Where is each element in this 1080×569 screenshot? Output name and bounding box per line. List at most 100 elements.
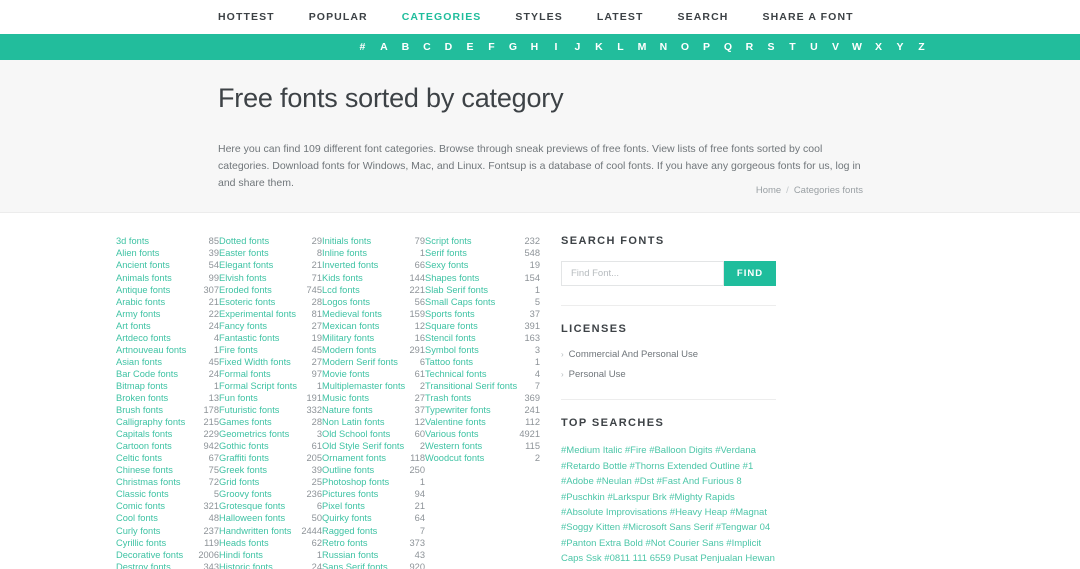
alphabet-link-1[interactable]: A (374, 41, 396, 53)
category-link[interactable]: Formal fonts (219, 368, 275, 380)
category-link[interactable]: Groovy fonts (219, 488, 276, 500)
alphabet-link-24[interactable]: X (868, 41, 890, 53)
alphabet-link-22[interactable]: V (825, 41, 847, 53)
category-link[interactable]: Graffiti fonts (219, 452, 273, 464)
top-search-tag[interactable]: #Fast And Furious 8 (657, 476, 742, 487)
top-search-tag[interactable]: #Soggy Kitten (561, 522, 620, 533)
category-link[interactable]: Easter fonts (219, 247, 273, 259)
category-link[interactable]: Initials fonts (322, 235, 375, 247)
alphabet-link-12[interactable]: L (610, 41, 632, 53)
category-link[interactable]: Formal Script fonts (219, 380, 301, 392)
category-link[interactable]: Fantastic fonts (219, 332, 283, 344)
category-link[interactable]: Art fonts (116, 320, 155, 332)
category-link[interactable]: Square fonts (425, 320, 482, 332)
category-link[interactable]: Serif fonts (425, 247, 471, 259)
top-search-tag[interactable]: #Microsoft Sans Serif (623, 522, 713, 533)
category-link[interactable]: Inline fonts (322, 247, 371, 259)
topnav-item-1[interactable]: POPULAR (309, 11, 368, 23)
category-link[interactable]: Geometrics fonts (219, 428, 293, 440)
category-link[interactable]: Brush fonts (116, 404, 167, 416)
alphabet-link-3[interactable]: C (417, 41, 439, 53)
top-search-tag[interactable]: #Balloon Digits (649, 445, 712, 456)
category-link[interactable]: Cool fonts (116, 512, 162, 524)
top-search-tag[interactable]: #Heavy Heap (670, 507, 728, 518)
category-link[interactable]: Retro fonts (322, 537, 371, 549)
category-link[interactable]: Bitmap fonts (116, 380, 172, 392)
category-link[interactable]: Shapes fonts (425, 272, 483, 284)
topnav-item-3[interactable]: STYLES (515, 11, 562, 23)
category-link[interactable]: Ragged fonts (322, 525, 381, 537)
category-link[interactable]: Army fonts (116, 308, 164, 320)
category-link[interactable]: Classic fonts (116, 488, 173, 500)
category-link[interactable]: Ornament fonts (322, 452, 390, 464)
category-link[interactable]: Antique fonts (116, 284, 174, 296)
category-link[interactable]: Symbol fonts (425, 344, 483, 356)
category-link[interactable]: Lcd fonts (322, 284, 364, 296)
category-link[interactable]: 3d fonts (116, 235, 153, 247)
category-link[interactable]: Esoteric fonts (219, 296, 279, 308)
category-link[interactable]: Bar Code fonts (116, 368, 182, 380)
alphabet-link-17[interactable]: Q (718, 41, 740, 53)
category-link[interactable]: Various fonts (425, 428, 483, 440)
category-link[interactable]: Stencil fonts (425, 332, 480, 344)
category-link[interactable]: Cyrillic fonts (116, 537, 170, 549)
top-search-tag[interactable]: #1 (743, 461, 754, 472)
category-link[interactable]: Kids fonts (322, 272, 367, 284)
category-link[interactable]: Elvish fonts (219, 272, 271, 284)
category-link[interactable]: Christmas fonts (116, 476, 185, 488)
category-link[interactable]: Photoshop fonts (322, 476, 393, 488)
top-search-tag[interactable]: #Tengwar 04 (716, 522, 770, 533)
alphabet-link-7[interactable]: G (503, 41, 525, 53)
category-link[interactable]: Pixel fonts (322, 500, 369, 512)
category-link[interactable]: Modern fonts (322, 344, 380, 356)
category-link[interactable]: Capitals fonts (116, 428, 176, 440)
top-search-tag[interactable]: #Neulan (596, 476, 631, 487)
top-search-tag[interactable]: #Puschkin (561, 492, 605, 503)
alphabet-link-2[interactable]: B (395, 41, 417, 53)
category-link[interactable]: Music fonts (322, 392, 373, 404)
category-link[interactable]: Ancient fonts (116, 259, 174, 271)
category-link[interactable]: Small Caps fonts (425, 296, 499, 308)
category-link[interactable]: Inverted fonts (322, 259, 382, 271)
category-link[interactable]: Comic fonts (116, 500, 169, 512)
topnav-item-0[interactable]: HOTTEST (218, 11, 275, 23)
category-link[interactable]: Multiplemaster fonts (322, 380, 409, 392)
alphabet-link-18[interactable]: R (739, 41, 761, 53)
top-search-tag[interactable]: #Thorns Extended Outline (630, 461, 740, 472)
category-link[interactable]: Sans Serif fonts (322, 561, 392, 569)
category-link[interactable]: Old Style Serif fonts (322, 440, 408, 452)
category-link[interactable]: Modern Serif fonts (322, 356, 402, 368)
category-link[interactable]: Russian fonts (322, 549, 382, 561)
alphabet-link-5[interactable]: E (460, 41, 482, 53)
category-link[interactable]: Greek fonts (219, 464, 271, 476)
category-link[interactable]: Western fonts (425, 440, 486, 452)
find-button[interactable]: FIND (724, 261, 776, 287)
category-link[interactable]: Trash fonts (425, 392, 475, 404)
category-link[interactable]: Futuristic fonts (219, 404, 283, 416)
category-link[interactable]: Non Latin fonts (322, 416, 389, 428)
alphabet-link-6[interactable]: F (481, 41, 503, 53)
alphabet-link-14[interactable]: N (653, 41, 675, 53)
category-link[interactable]: Elegant fonts (219, 259, 277, 271)
top-search-tag[interactable]: #Absolute Improvisations (561, 507, 667, 518)
top-search-tag[interactable]: #Retardo Bottle (561, 461, 627, 472)
alphabet-link-13[interactable]: M (632, 41, 654, 53)
category-link[interactable]: Arabic fonts (116, 296, 169, 308)
top-search-tag[interactable]: #Medium Italic (561, 445, 622, 456)
category-link[interactable]: Sexy fonts (425, 259, 472, 271)
category-link[interactable]: Transitional Serif fonts (425, 380, 521, 392)
category-link[interactable]: Dotted fonts (219, 235, 273, 247)
alphabet-link-19[interactable]: S (761, 41, 783, 53)
alphabet-link-9[interactable]: I (546, 41, 568, 53)
category-link[interactable]: Games fonts (219, 416, 276, 428)
category-link[interactable]: Quirky fonts (322, 512, 376, 524)
topnav-item-5[interactable]: SEARCH (678, 11, 729, 23)
category-link[interactable]: Nature fonts (322, 404, 377, 416)
alphabet-link-10[interactable]: J (567, 41, 589, 53)
alphabet-link-4[interactable]: D (438, 41, 460, 53)
category-link[interactable]: Animals fonts (116, 272, 176, 284)
topnav-item-2[interactable]: CATEGORIES (402, 11, 482, 23)
category-link[interactable]: Slab Serif fonts (425, 284, 492, 296)
top-search-tag[interactable]: #Panton Extra Bold (561, 538, 643, 549)
alphabet-link-8[interactable]: H (524, 41, 546, 53)
